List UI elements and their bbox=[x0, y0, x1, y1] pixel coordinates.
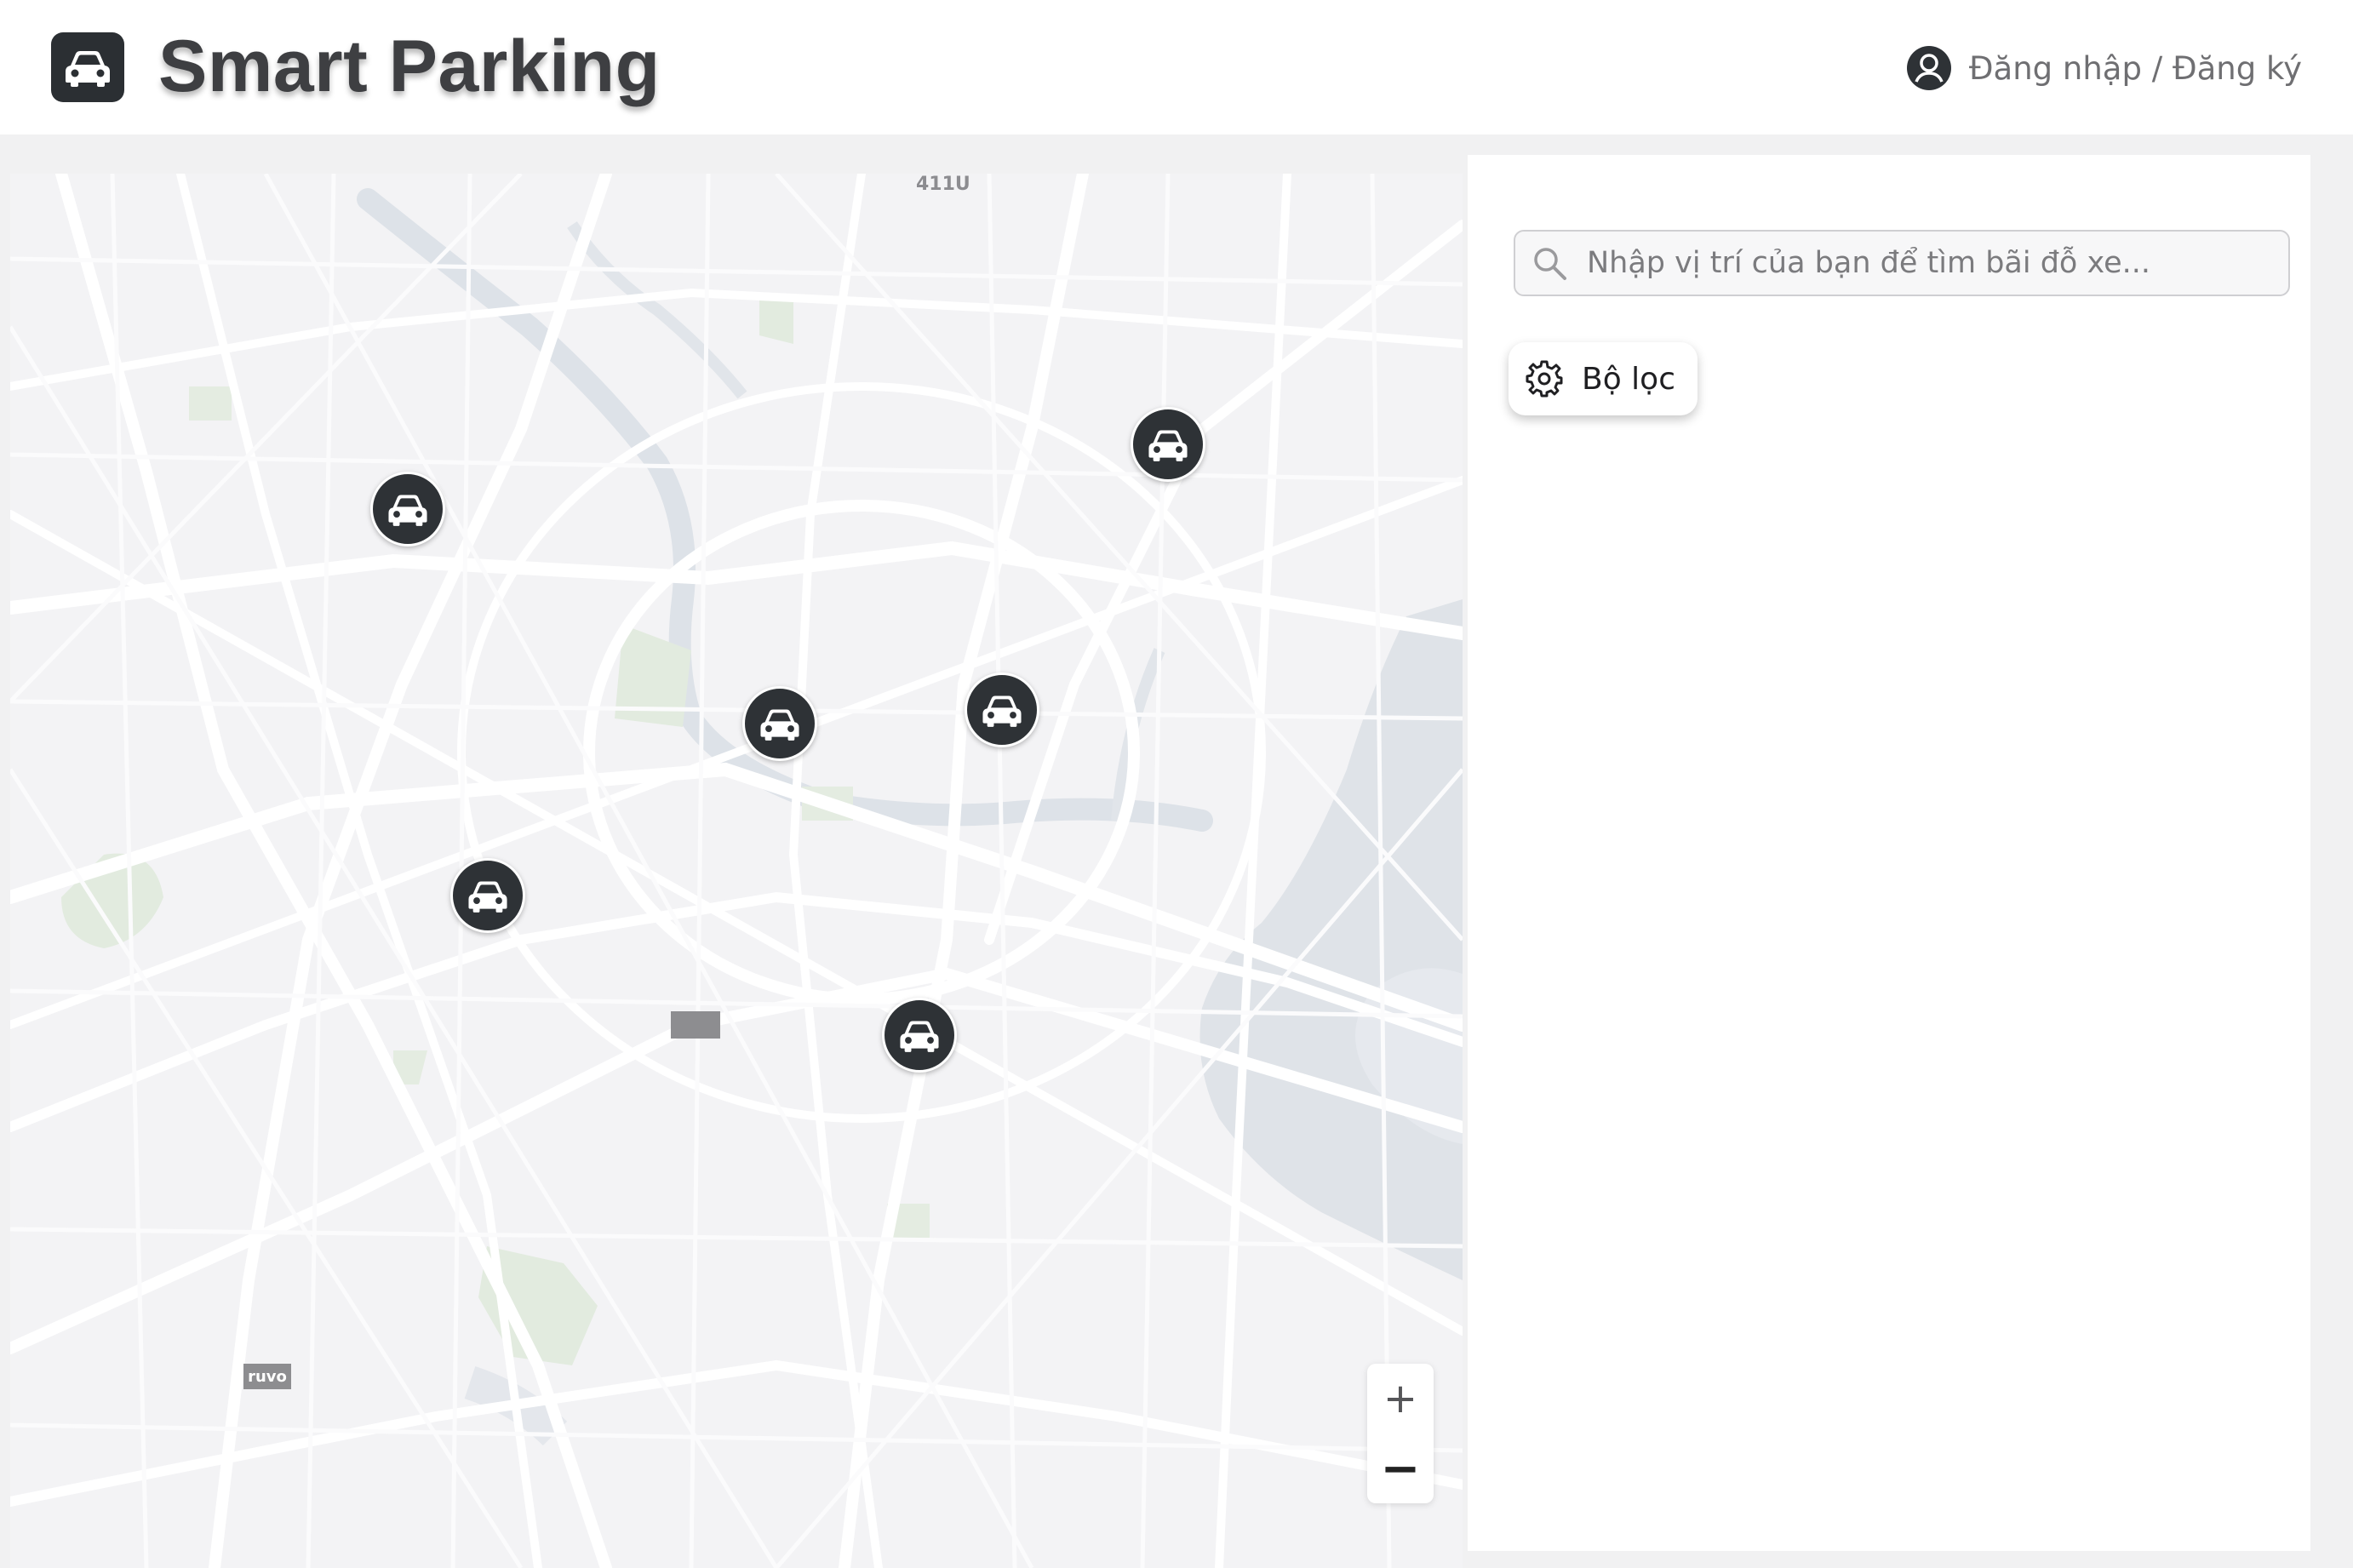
car-icon[interactable] bbox=[51, 32, 124, 102]
parking-pin-1[interactable] bbox=[370, 472, 445, 547]
map-tag-bottom: ruvo bbox=[243, 1364, 291, 1389]
parking-pin-5[interactable] bbox=[450, 858, 525, 933]
car-icon bbox=[1148, 430, 1188, 461]
gear-icon bbox=[1526, 360, 1563, 398]
parking-pin-2[interactable] bbox=[1131, 407, 1205, 482]
user-icon bbox=[1906, 46, 1951, 90]
filter-label: Bộ lọc bbox=[1582, 361, 1675, 397]
car-icon bbox=[900, 1021, 939, 1052]
parking-pin-3[interactable] bbox=[742, 686, 817, 761]
map-base bbox=[10, 174, 1463, 1568]
map-view[interactable]: 411U ruvo + − bbox=[10, 174, 1463, 1568]
map-label-top: 411U bbox=[916, 174, 970, 195]
car-icon bbox=[760, 709, 799, 741]
parking-pin-6[interactable] bbox=[882, 998, 957, 1073]
car-icon bbox=[468, 881, 507, 913]
login-register-label: Đăng nhập / Đăng ký bbox=[1968, 49, 2302, 87]
app-header: Smart Parking Đăng nhập / Đăng ký bbox=[0, 0, 2353, 134]
car-icon bbox=[982, 695, 1022, 727]
zoom-out-button[interactable]: − bbox=[1367, 1434, 1434, 1503]
search-input[interactable] bbox=[1585, 245, 2287, 281]
map-tag-block bbox=[671, 1011, 720, 1039]
search-panel: Bộ lọc bbox=[1468, 155, 2310, 1551]
parking-pin-4[interactable] bbox=[965, 672, 1039, 747]
login-register-button[interactable]: Đăng nhập / Đăng ký bbox=[1906, 44, 2302, 92]
filter-button[interactable]: Bộ lọc bbox=[1509, 342, 1697, 415]
search-box[interactable] bbox=[1514, 230, 2290, 296]
app-title: Smart Parking bbox=[158, 26, 661, 107]
search-icon bbox=[1534, 248, 1566, 280]
zoom-in-button[interactable]: + bbox=[1367, 1364, 1434, 1434]
car-icon bbox=[388, 495, 427, 526]
zoom-control: + − bbox=[1367, 1364, 1434, 1503]
